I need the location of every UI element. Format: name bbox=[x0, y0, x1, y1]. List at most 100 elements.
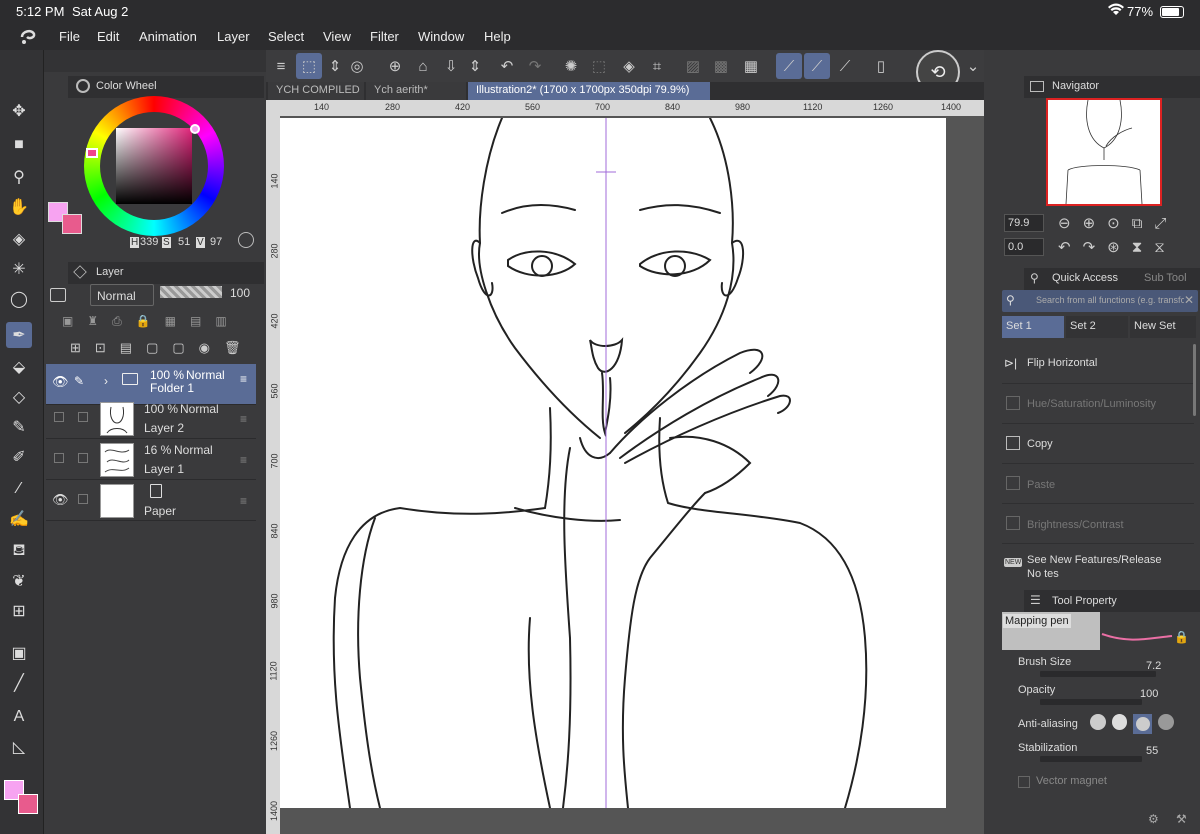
wrench-icon[interactable]: ⚒ bbox=[1176, 812, 1187, 826]
clear-outside-icon[interactable]: ▨ bbox=[680, 53, 706, 79]
snap-grid-icon[interactable]: ▦ bbox=[738, 53, 764, 79]
set-1-tab[interactable]: Set 1 bbox=[1002, 316, 1064, 338]
qa-flip-horizontal[interactable]: ⊳| Flip Horizontal bbox=[1002, 344, 1194, 384]
menu-select[interactable]: Select bbox=[268, 29, 304, 44]
hue-ring[interactable] bbox=[84, 96, 224, 236]
sub-color-swatch[interactable] bbox=[62, 214, 82, 234]
select-none-icon[interactable]: ⬚ bbox=[586, 53, 612, 79]
layer-menu-icon[interactable]: ≡ bbox=[240, 372, 247, 386]
layer-action-icons[interactable]: ⊞⊡▤▢▢◉🗑 bbox=[70, 340, 270, 358]
toolbar-expand-chevron-icon[interactable]: ⌄ bbox=[960, 53, 986, 79]
edit-target-pen-icon[interactable]: ✎ bbox=[74, 374, 84, 388]
layer-menu-icon[interactable]: ≡ bbox=[240, 453, 247, 467]
tool-settings-icon[interactable]: ⚙ bbox=[1148, 812, 1159, 826]
eyedropper-tool-icon[interactable]: ⁄ bbox=[6, 476, 32, 502]
rotation-input[interactable]: 0.0 bbox=[1004, 238, 1044, 256]
brush-size-slider[interactable] bbox=[1040, 671, 1156, 677]
edit-target-checkbox[interactable] bbox=[78, 412, 88, 422]
antialias-strong-icon[interactable] bbox=[1158, 714, 1174, 730]
loading-icon[interactable]: ✺ bbox=[558, 53, 584, 79]
visibility-eye-icon[interactable]: 👁 bbox=[52, 374, 69, 390]
folder-expand-chevron-icon[interactable]: › bbox=[104, 374, 108, 388]
layer-color-icon[interactable] bbox=[50, 288, 66, 302]
navigator-zoom-buttons[interactable]: ⊖⊕⊙⧉⤢ bbox=[1058, 214, 1198, 234]
ruler-tool-icon[interactable]: ╱ bbox=[6, 670, 32, 696]
save-options-chevron-icon[interactable]: ⇕ bbox=[462, 53, 488, 79]
sv-picker-handle[interactable] bbox=[190, 124, 200, 134]
layer-menu-icon[interactable]: ≡ bbox=[240, 412, 247, 426]
hue-picker-handle[interactable] bbox=[86, 148, 98, 158]
brush-size-row[interactable]: Brush Size 7.2 bbox=[1010, 656, 1190, 682]
qa-paste[interactable]: Paste bbox=[1002, 464, 1194, 504]
tool-property-title[interactable]: Tool Property bbox=[1052, 595, 1117, 607]
pen-tool-icon[interactable]: ✒ bbox=[6, 322, 32, 348]
tab-illustration2[interactable]: Illustration2* (1700 x 1700px 350dpi 79.… bbox=[468, 82, 710, 100]
text-tool-icon[interactable]: A bbox=[6, 704, 32, 730]
undo-icon[interactable]: ↶ bbox=[494, 53, 520, 79]
quick-access-scrollbar[interactable] bbox=[1193, 344, 1196, 416]
device-settings-icon[interactable]: ▯ bbox=[868, 53, 894, 79]
set-2-tab[interactable]: Set 2 bbox=[1066, 316, 1128, 338]
layer-row-paper[interactable]: 👁 Paper ≡ bbox=[46, 480, 256, 521]
pencil-tool-icon[interactable]: ✎ bbox=[6, 414, 32, 440]
visibility-checkbox[interactable] bbox=[54, 412, 64, 422]
balloon-tool-icon[interactable]: ◺ bbox=[6, 734, 32, 760]
menu-edit[interactable]: Edit bbox=[97, 29, 119, 44]
vector-magnet-row[interactable]: Vector magnet bbox=[1010, 772, 1190, 794]
vector-magnet-checkbox[interactable] bbox=[1018, 776, 1030, 788]
transform-icon[interactable]: ⌗ bbox=[644, 53, 670, 79]
quick-access-search[interactable]: ⚲ Search from all functions (e.g. transf… bbox=[1002, 290, 1198, 312]
hamburger-menu-icon[interactable]: ≡ bbox=[268, 53, 294, 79]
qa-new-features[interactable]: NEW See New Features/Release No tes bbox=[1002, 544, 1194, 584]
spiral-icon[interactable]: ◎ bbox=[344, 53, 370, 79]
blend-mode-select[interactable]: Normal bbox=[90, 284, 154, 306]
tab-ych-compiled[interactable]: YCH COMPILED bbox=[268, 82, 364, 100]
edit-target-checkbox[interactable] bbox=[78, 453, 88, 463]
lock-icon[interactable]: 🔒 bbox=[1174, 630, 1189, 644]
eraser-tool-icon[interactable]: ◇ bbox=[6, 384, 32, 410]
layer-row-layer1[interactable]: 16 % Normal Layer 1 ≡ bbox=[46, 439, 256, 480]
lasso-tool-icon[interactable]: ◯ bbox=[6, 286, 32, 312]
sub-color-swatch-small[interactable] bbox=[18, 794, 38, 814]
frame-tool-icon[interactable]: ▣ bbox=[6, 640, 32, 666]
redo-icon[interactable]: ↷ bbox=[522, 53, 548, 79]
hand-tool-icon[interactable]: ✋ bbox=[6, 194, 32, 220]
move-tool-icon[interactable]: ✥ bbox=[6, 98, 32, 124]
navigator-rotate-buttons[interactable]: ↶↷⊛⧗⧖ bbox=[1058, 238, 1198, 258]
auto-select-tool-icon[interactable]: ✳ bbox=[6, 256, 32, 282]
qa-hue-saturation[interactable]: Hue/Saturation/Luminosity bbox=[1002, 384, 1194, 424]
menu-help[interactable]: Help bbox=[484, 29, 511, 44]
antialias-options[interactable] bbox=[1090, 714, 1174, 734]
edit-target-checkbox[interactable] bbox=[78, 494, 88, 504]
menu-filter[interactable]: Filter bbox=[370, 29, 399, 44]
saturation-value-square[interactable] bbox=[116, 128, 192, 204]
figure-tool-icon[interactable]: ⊞ bbox=[6, 598, 32, 624]
snap-grid-ruler-icon[interactable]: ⟋ bbox=[832, 53, 858, 79]
menu-window[interactable]: Window bbox=[418, 29, 464, 44]
operation-tool-icon[interactable]: ■ bbox=[6, 132, 32, 158]
sub-tool-tab[interactable]: Sub Tool bbox=[1144, 272, 1187, 284]
stabilization-slider[interactable] bbox=[1040, 756, 1142, 762]
blend-tool-icon[interactable]: ✍ bbox=[6, 506, 32, 532]
snap-ruler-icon[interactable]: ⟋ bbox=[776, 53, 802, 79]
decoration-tool-icon[interactable]: ❦ bbox=[6, 568, 32, 594]
object-tool-icon[interactable]: ◈ bbox=[6, 226, 32, 252]
stabilization-row[interactable]: Stabilization 55 bbox=[1010, 740, 1190, 766]
antialias-none-icon[interactable] bbox=[1090, 714, 1106, 730]
save-icon[interactable]: ⇩ bbox=[438, 53, 464, 79]
antialias-medium-icon[interactable] bbox=[1133, 714, 1153, 734]
zoom-input[interactable]: 79.9 bbox=[1004, 214, 1044, 232]
snap-special-ruler-icon[interactable]: ⟋ bbox=[804, 53, 830, 79]
drawing-canvas[interactable] bbox=[280, 118, 946, 808]
visibility-checkbox[interactable] bbox=[54, 453, 64, 463]
opacity-row[interactable]: Opacity 100 bbox=[1010, 684, 1190, 710]
visibility-eye-icon[interactable]: 👁 bbox=[52, 492, 69, 508]
layer-lock-icons[interactable]: ▣♜⎙🔒▦▤▥ bbox=[62, 314, 262, 332]
layer-move-icon[interactable]: ⬚ bbox=[296, 53, 322, 79]
menu-animation[interactable]: Animation bbox=[139, 29, 197, 44]
layer-row-layer2[interactable]: 100 % Normal Layer 2 ≡ bbox=[46, 398, 256, 439]
tab-ych-aerith[interactable]: Ych aerith* bbox=[366, 82, 466, 100]
open-folder-icon[interactable]: ⌂ bbox=[410, 53, 436, 79]
quick-access-title[interactable]: Quick Access bbox=[1052, 272, 1118, 284]
color-history-icon[interactable] bbox=[238, 232, 254, 248]
